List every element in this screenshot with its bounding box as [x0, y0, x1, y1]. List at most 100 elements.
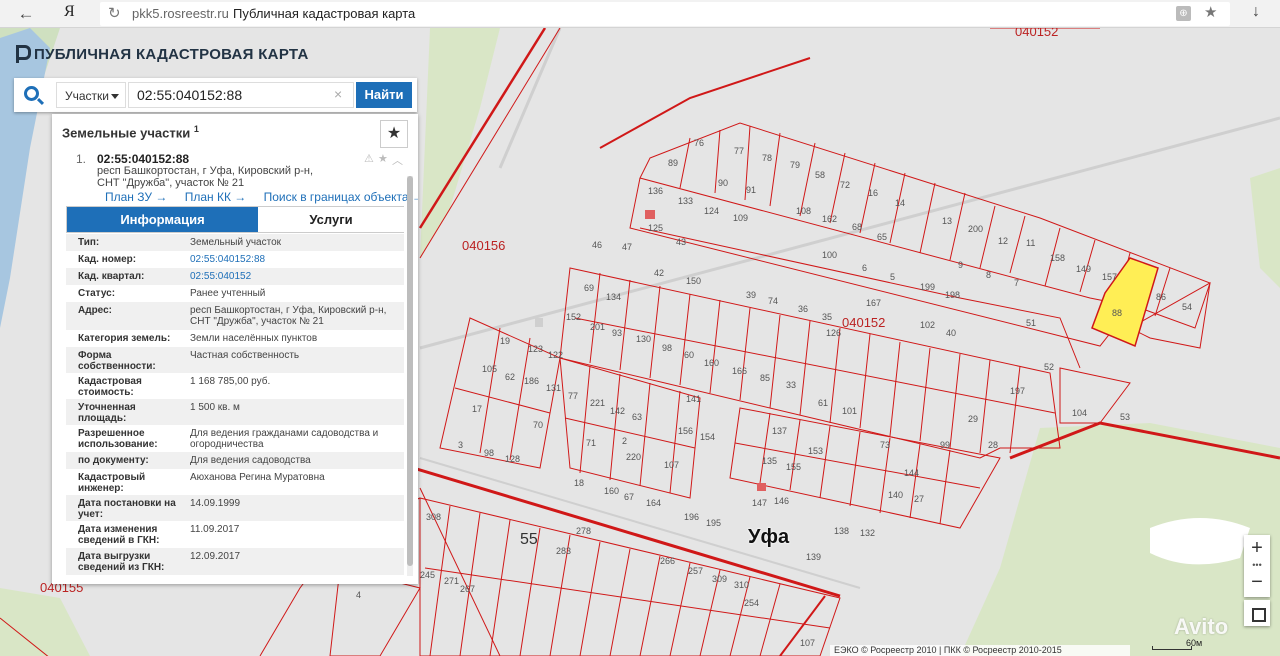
- plot-number[interactable]: 73: [880, 440, 890, 450]
- plot-number[interactable]: 58: [815, 170, 825, 180]
- plot-number[interactable]: 60: [684, 350, 694, 360]
- plot-number[interactable]: 164: [646, 498, 661, 508]
- plot-number[interactable]: 93: [612, 328, 622, 338]
- bookmark-star-icon[interactable]: ★: [1204, 3, 1217, 21]
- address-bar[interactable]: ↻ pkk5.rosreestr.ru Публичная кадастрова…: [100, 2, 1230, 26]
- plot-number[interactable]: 141: [686, 394, 701, 404]
- plot-number[interactable]: 61: [818, 398, 828, 408]
- plot-number[interactable]: 155: [786, 462, 801, 472]
- cad-quarter-link[interactable]: 02:55:040152: [190, 270, 394, 282]
- plot-number[interactable]: 152: [566, 312, 581, 322]
- plot-number[interactable]: 122: [548, 350, 563, 360]
- plot-number[interactable]: 102: [920, 320, 935, 330]
- plot-number[interactable]: 200: [968, 224, 983, 234]
- plot-number[interactable]: 90: [718, 178, 728, 188]
- scrollbar-thumb[interactable]: [407, 176, 413, 566]
- plot-number[interactable]: 162: [822, 214, 837, 224]
- plot-number[interactable]: 70: [533, 420, 543, 430]
- plot-number[interactable]: 19: [500, 336, 510, 346]
- plot-number[interactable]: 196: [684, 512, 699, 522]
- plot-number[interactable]: 17: [472, 404, 482, 414]
- plot-number[interactable]: 71: [586, 438, 596, 448]
- plot-number[interactable]: 14: [895, 198, 905, 208]
- search-input[interactable]: [128, 82, 354, 108]
- plot-number[interactable]: 63: [632, 412, 642, 422]
- result-cad-number[interactable]: 02:55:040152:88: [97, 152, 189, 166]
- plot-number[interactable]: 283: [556, 546, 571, 556]
- plot-number[interactable]: 134: [606, 292, 621, 302]
- plot-number[interactable]: 131: [546, 383, 561, 393]
- plot-number[interactable]: 137: [772, 426, 787, 436]
- star-icon[interactable]: ★: [378, 152, 388, 165]
- plot-number[interactable]: 195: [706, 518, 721, 528]
- plot-number[interactable]: 271: [444, 576, 459, 586]
- plot-number[interactable]: 101: [842, 406, 857, 416]
- plot-number[interactable]: 11: [1026, 238, 1035, 248]
- plot-number[interactable]: 153: [808, 446, 823, 456]
- site-title[interactable]: ПУБЛИЧНАЯ КАДАСТРОВАЯ КАРТА: [14, 45, 309, 63]
- plot-number[interactable]: 12: [998, 236, 1008, 246]
- plot-number[interactable]: 132: [860, 528, 875, 538]
- plot-number[interactable]: 107: [664, 460, 679, 470]
- plot-number[interactable]: 46: [592, 240, 602, 250]
- plot-number[interactable]: 79: [790, 160, 800, 170]
- plot-number[interactable]: 5: [890, 272, 895, 282]
- panel-scrollbar[interactable]: [407, 176, 413, 576]
- plot-number[interactable]: 139: [806, 552, 821, 562]
- plot-number[interactable]: 267: [460, 584, 475, 594]
- chevron-up-icon[interactable]: ︿: [392, 152, 403, 168]
- plot-number[interactable]: 257: [688, 566, 703, 576]
- plot-number[interactable]: 91: [746, 185, 756, 195]
- plot-number[interactable]: 77: [734, 146, 744, 156]
- plot-number[interactable]: 309: [712, 574, 727, 584]
- plan-zu-link[interactable]: План ЗУ →: [105, 190, 167, 204]
- plot-number[interactable]: 3: [458, 440, 463, 450]
- warning-icon[interactable]: ⚠: [364, 152, 374, 165]
- plot-number[interactable]: 62: [505, 372, 515, 382]
- plot-number[interactable]: 40: [946, 328, 956, 338]
- plot-number[interactable]: 198: [945, 290, 960, 300]
- plot-number[interactable]: 310: [734, 580, 749, 590]
- plot-number[interactable]: 52: [1044, 362, 1054, 372]
- plot-number[interactable]: 221: [590, 398, 605, 408]
- plot-number[interactable]: 157: [1102, 272, 1117, 282]
- plot-number[interactable]: 2: [622, 436, 627, 446]
- plot-number[interactable]: 35: [822, 312, 832, 322]
- plot-number[interactable]: 197: [1010, 386, 1025, 396]
- plot-number-selected[interactable]: 88: [1112, 308, 1122, 318]
- yandex-logo[interactable]: Я: [64, 3, 75, 21]
- plot-number[interactable]: 124: [704, 206, 719, 216]
- plot-number[interactable]: 39: [746, 290, 756, 300]
- extension-icon[interactable]: ⊕: [1176, 6, 1191, 21]
- plot-number[interactable]: 53: [1120, 412, 1130, 422]
- plot-number[interactable]: 144: [904, 468, 919, 478]
- plot-number[interactable]: 130: [636, 334, 651, 344]
- plot-number[interactable]: 9: [958, 260, 963, 270]
- plot-number[interactable]: 100: [822, 250, 837, 260]
- cad-number-link[interactable]: 02:55:040152:88: [190, 253, 394, 265]
- find-button[interactable]: Найти: [356, 82, 412, 108]
- search-in-bounds-link[interactable]: Поиск в границах объекта →: [264, 190, 418, 204]
- clear-icon[interactable]: ×: [334, 86, 342, 102]
- plot-number[interactable]: 108: [796, 206, 811, 216]
- plot-number[interactable]: 98: [662, 343, 672, 353]
- plot-number[interactable]: 166: [732, 366, 747, 376]
- plan-kk-link[interactable]: План КК →: [185, 190, 247, 204]
- plot-number[interactable]: 18: [574, 478, 584, 488]
- plot-number[interactable]: 146: [774, 496, 789, 506]
- plot-number[interactable]: 156: [678, 426, 693, 436]
- refresh-icon[interactable]: ↻: [108, 4, 121, 22]
- plot-number[interactable]: 76: [694, 138, 704, 148]
- plot-number[interactable]: 28: [988, 440, 998, 450]
- search-icon[interactable]: [24, 86, 39, 101]
- tab-services[interactable]: Услуги: [258, 207, 404, 232]
- favorite-star-button[interactable]: ★: [380, 120, 408, 148]
- plot-number[interactable]: 136: [648, 186, 663, 196]
- plot-number[interactable]: 109: [733, 213, 748, 223]
- plot-number[interactable]: 74: [768, 296, 778, 306]
- plot-number[interactable]: 29: [968, 414, 978, 424]
- plot-number[interactable]: 67: [624, 492, 634, 502]
- plot-number[interactable]: 98: [484, 448, 494, 458]
- plot-number[interactable]: 8: [986, 270, 991, 280]
- plot-number[interactable]: 69: [584, 283, 594, 293]
